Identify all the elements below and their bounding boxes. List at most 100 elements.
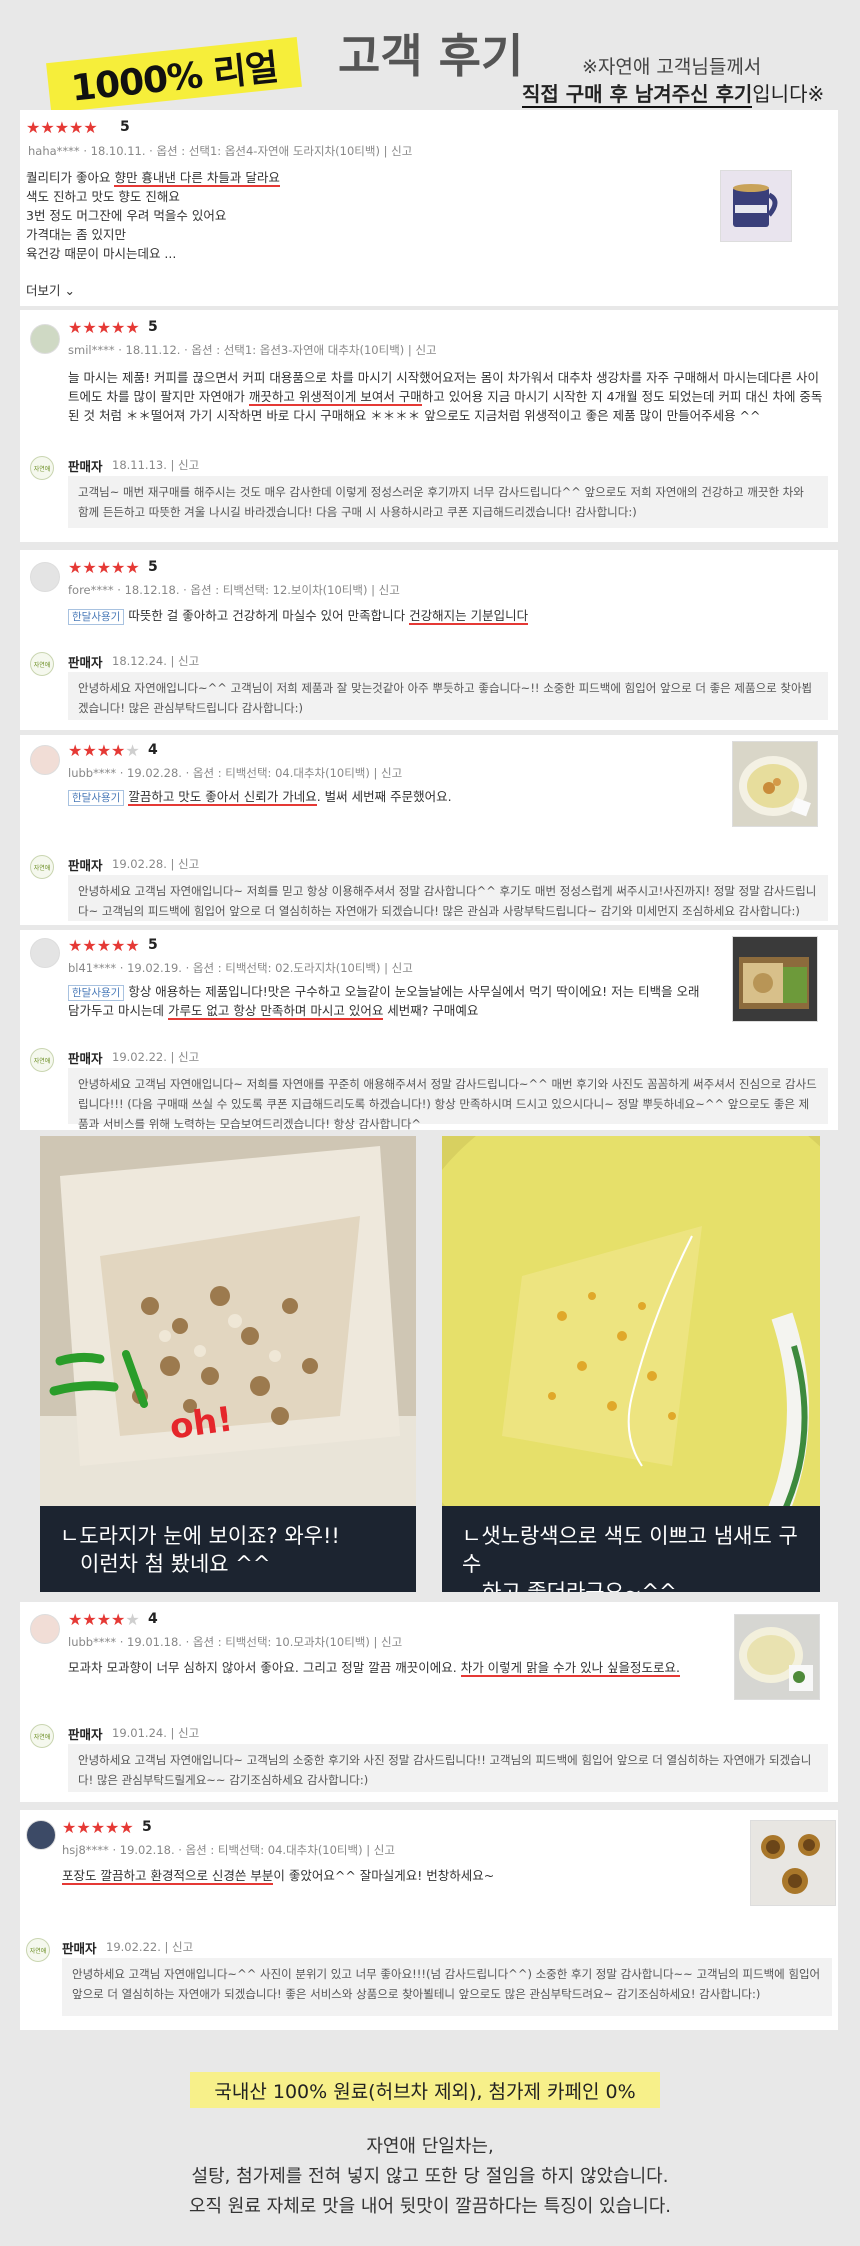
footer-line-1: 자연애 단일차는, — [366, 2136, 494, 2157]
review-card: ★★★★★ 5 fore**** · 18.12.18. · 옵션 : 티백선택… — [20, 550, 838, 730]
review-line: 가격대는 좀 있지만 — [26, 227, 126, 242]
review-photo[interactable] — [732, 936, 818, 1022]
review-text-b: 세번째? 구매예요 — [383, 1003, 479, 1018]
photo-doraji-teabag: oh! ㄴ도라지가 눈에 보이죠? 와우!! 이런차 첨 봤네요 ^^ — [40, 1136, 416, 1592]
seller-date: 19.02.22. | 신고 — [112, 1050, 200, 1064]
review-meta: bl41**** · 19.02.19. · 옵션 : 티백선택: 02.도라지… — [68, 961, 413, 975]
review-card: ★★★★★ 4 lubb**** · 19.01.18. · 옵션 : 티백선택… — [20, 1602, 838, 1802]
real-badge: 1000% 리얼 — [46, 36, 302, 114]
month-review-tag: 한달사용기 — [68, 985, 125, 1001]
review-text: 늘 마시는 제품! 커피를 끊으면서 커피 대용품으로 차를 마시기 시작했어요… — [68, 368, 828, 425]
seller-label: 판매자 — [62, 1941, 97, 1956]
tea-cup-photo — [733, 742, 817, 826]
caption-line: 이런차 첨 봤네요 ^^ — [80, 1552, 271, 1576]
seller-reply: 안녕하세요 자연애입니다~^^ 고객님이 저희 제품과 잘 맞는것같아 아주 뿌… — [68, 672, 828, 720]
avatar — [30, 938, 60, 968]
photo-caption: ㄴ도라지가 눈에 보이죠? 와우!! 이런차 첨 봤네요 ^^ — [40, 1506, 416, 1592]
review-photo[interactable] — [732, 741, 818, 827]
review-card: ★★★★★ 5 haha**** · 18.10.11. · 옵션 : 선택1:… — [20, 110, 838, 306]
seller-date: 19.02.22. | 신고 — [106, 1940, 194, 1954]
rating-value: 5 — [148, 937, 158, 953]
star-rating: ★★★★★ — [68, 558, 140, 577]
star-rating: ★★★★★ — [68, 318, 140, 337]
ingredient-highlight: 국내산 100% 원료(허브차 제외), 첨가제 카페인 0% — [190, 2072, 660, 2108]
caption-line: 하고 좋더라구요~^^ — [482, 1580, 677, 1592]
seller-logo-icon: 자연애 — [30, 652, 54, 676]
footer-line-2: 설탕, 첨가제를 전혀 넣지 않고 또한 당 절임을 하지 않았습니다. — [191, 2166, 669, 2187]
star-rating: ★★★★★ — [68, 1610, 140, 1629]
header-note-1: ※자연애 고객님들께서 — [582, 56, 762, 78]
seller-date: 19.01.24. | 신고 — [112, 1726, 200, 1740]
photo-caption: ㄴ샛노랑색으로 색도 이쁘고 냄새도 구수 하고 좋더라구요~^^ — [442, 1506, 820, 1592]
review-highlight: 가루도 없고 항상 만족하며 마시고 있어요 — [167, 1003, 384, 1020]
month-review-tag: 한달사용기 — [68, 790, 125, 806]
seller-date: 18.12.24. | 신고 — [112, 654, 200, 668]
rating-value: 5 — [142, 1819, 152, 1835]
teabag-photo — [733, 937, 817, 1021]
seller-reply: 고객님~ 매번 재구매를 해주시는 것도 매우 감사한데 이렇게 정성스러운 후… — [68, 476, 828, 528]
seller-logo-icon: 자연애 — [30, 855, 54, 879]
review-text: 한달사용기 따뜻한 걸 좋아하고 건강하게 마실수 있어 만족합니다 건강해지는 … — [68, 606, 828, 625]
review-photo[interactable] — [750, 1820, 836, 1906]
review-line: 색도 진하고 맛도 향도 진해요 — [26, 189, 180, 204]
review-meta: fore**** · 18.12.18. · 옵션 : 티백선택: 12.보이차… — [68, 583, 400, 597]
review-photo[interactable] — [734, 1614, 820, 1700]
page-title: 고객 후기 — [338, 29, 524, 83]
avatar — [30, 324, 60, 354]
seller-label: 판매자 — [68, 858, 103, 873]
mug-photo — [721, 171, 791, 241]
badge-text: 1000% 리얼 — [69, 47, 280, 110]
review-card: ★★★★★ 5 smil**** · 18.11.12. · 옵션 : 선택1:… — [20, 310, 838, 542]
review-card: ★★★★★ 4 lubb**** · 19.02.28. · 옵션 : 티백선택… — [20, 735, 838, 925]
review-line: 육건강 때문이 마시는데요 ... — [26, 246, 177, 261]
rating-value: 5 — [148, 319, 158, 335]
review-photo[interactable] — [720, 170, 792, 242]
rating-value: 4 — [148, 742, 158, 758]
seller-reply: 안녕하세요 고객님 자연애입니다~ 저희를 자연애를 꾸준히 애용해주셔서 정말… — [68, 1068, 828, 1131]
review-text-b: 이 좋았어요^^ 잘마실게요! 번창하세요~ — [273, 1868, 495, 1883]
avatar — [30, 1614, 60, 1644]
more-label: 더보기 — [26, 283, 61, 298]
review-card: ★★★★★ 5 hsj8**** · 19.02.18. · 옵션 : 티백선택… — [20, 1810, 838, 2030]
review-line: 3번 정도 머그잔에 우려 먹을수 있어요 — [26, 208, 227, 223]
seller-date: 19.02.28. | 신고 — [112, 857, 200, 871]
star-rating: ★★★★★ — [26, 118, 98, 137]
photo-yellow-tea: ㄴ샛노랑색으로 색도 이쁘고 냄새도 구수 하고 좋더라구요~^^ — [442, 1136, 820, 1592]
seller-label: 판매자 — [68, 1051, 103, 1066]
seller-reply: 안녕하세요 고객님 자연애입니다~^^ 사진이 분위기 있고 너무 좋아요!!!… — [62, 1958, 832, 2016]
star-rating: ★★★★★ — [62, 1818, 134, 1837]
review-text: 포장도 깔끔하고 환경적으로 신경쓴 부분이 좋았어요^^ 잘마실게요! 번창하… — [62, 1866, 702, 1885]
review-highlight: 깔끔하고 맛도 좋아서 신뢰가 가네요 — [128, 789, 317, 806]
seller-logo-icon: 자연애 — [26, 1938, 50, 1962]
seller-date: 18.11.13. | 신고 — [112, 458, 200, 472]
review-text-a: 모과차 모과향이 너무 심하지 않아서 좋아요. 그리고 정말 깔끔 깨끗이에요… — [68, 1660, 461, 1675]
review-card: ★★★★★ 5 bl41**** · 19.02.19. · 옵션 : 티백선택… — [20, 930, 838, 1131]
review-highlight: 건강해지는 기분입니다 — [409, 608, 529, 625]
seller-label: 판매자 — [68, 655, 103, 670]
rating-value: 5 — [148, 559, 158, 575]
avatar — [30, 562, 60, 592]
review-highlight: 향만 흉내낸 다른 차들과 달라요 — [114, 170, 280, 187]
more-button[interactable]: 더보기 ⌄ — [26, 280, 75, 299]
quince-tea-photo — [735, 1615, 819, 1699]
star-rating: ★★★★★ — [68, 741, 140, 760]
header-note-rest: 입니다※ — [752, 82, 825, 106]
review-highlight: 차가 이렇게 맑을 수가 있나 싶을정도로요. — [460, 1660, 681, 1677]
review-text-a: 따뜻한 걸 좋아하고 건강하게 마실수 있어 만족합니다 — [128, 608, 410, 623]
review-meta: smil**** · 18.11.12. · 옵션 : 선택1: 옵션3-자연애… — [68, 343, 437, 357]
rating-value: 5 — [120, 119, 130, 135]
review-highlight: 깨끗하고 위생적이게 보여서 구매 — [248, 389, 422, 406]
rating-value: 4 — [148, 1611, 158, 1627]
review-text: 퀄리티가 좋아요 향만 흉내낸 다른 차들과 달라요 색도 진하고 맛도 향도 … — [26, 168, 496, 263]
seller-label: 판매자 — [68, 459, 103, 474]
seller-label: 판매자 — [68, 1727, 103, 1742]
review-meta: lubb**** · 19.02.28. · 옵션 : 티백선택: 04.대추차… — [68, 766, 403, 780]
seller-logo-icon: 자연애 — [30, 456, 54, 480]
seller-logo-icon: 자연애 — [30, 1048, 54, 1072]
review-line: 퀄리티가 좋아요 — [26, 170, 115, 185]
review-text: 한달사용기 항상 애용하는 제품입니다!맛은 구수하고 오늘같이 눈오늘날에는 사… — [68, 982, 708, 1020]
header-note-bold: 직접 구매 후 남겨주신 후기 — [522, 82, 753, 108]
review-meta: haha**** · 18.10.11. · 옵션 : 선택1: 옵션4-자연애… — [28, 144, 413, 158]
review-meta: hsj8**** · 19.02.18. · 옵션 : 티백선택: 04.대추차… — [62, 1843, 395, 1857]
teacups-photo — [751, 1821, 835, 1905]
